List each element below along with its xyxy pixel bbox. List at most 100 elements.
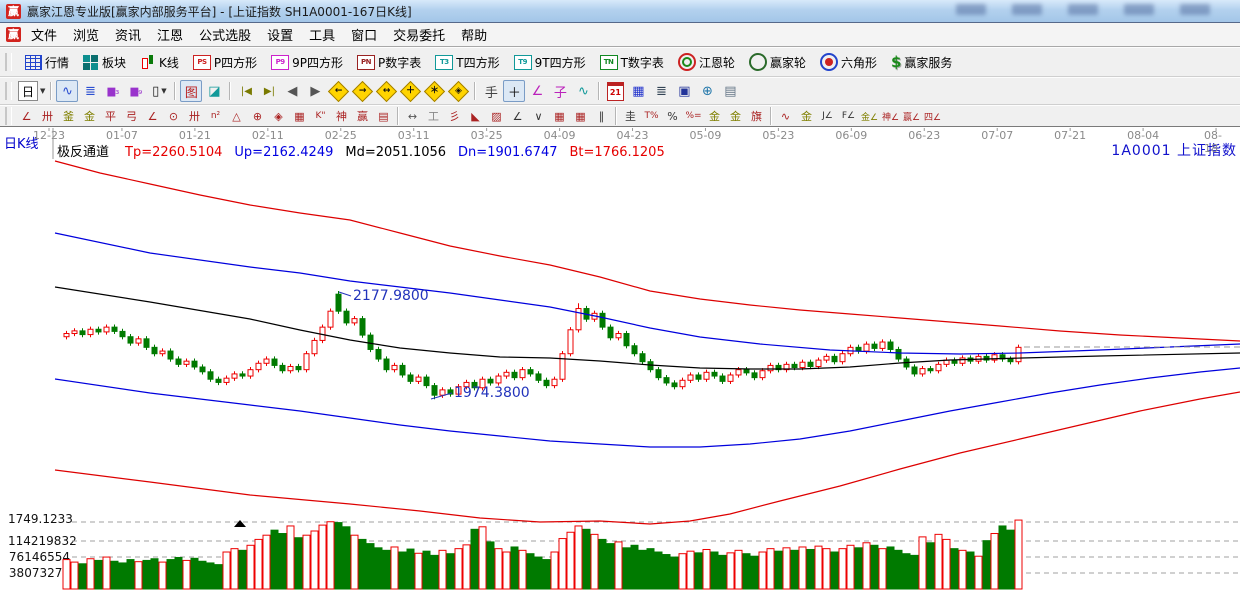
winner-service-button[interactable]: $ 赢家服务 xyxy=(886,52,957,73)
grid-red-icon[interactable]: ▦ xyxy=(549,107,570,126)
save-icon[interactable]: ▣ xyxy=(673,80,695,102)
calculator-icon[interactable]: ▦ xyxy=(627,80,649,102)
hexagon-button[interactable]: 六角形 xyxy=(815,51,882,73)
t-square-button[interactable]: T3 T四方形 xyxy=(430,52,504,73)
win-angle-icon[interactable]: 赢∠ xyxy=(901,107,922,126)
zoom-right-icon[interactable]: → xyxy=(351,80,374,102)
gann-shape-tool-icon[interactable]: 子 xyxy=(549,80,571,102)
last-page-icon[interactable]: ▶| xyxy=(258,80,280,102)
pattern-red-icon[interactable]: 图 xyxy=(180,80,203,102)
gold-line-icon[interactable]: 金 xyxy=(725,107,746,126)
flat-lines-icon[interactable]: 平 xyxy=(100,107,121,126)
golden-gann-icon[interactable]: 釜 xyxy=(58,107,79,126)
info-list-icon[interactable]: ≣ xyxy=(79,80,101,102)
compass-tool-icon[interactable]: ∠ xyxy=(16,107,37,126)
percent-eq-icon[interactable]: %= xyxy=(683,107,704,126)
angle-mirror-icon[interactable]: △ xyxy=(226,107,247,126)
period-selector[interactable]: 日 ▼ xyxy=(17,80,46,102)
gann-lines-icon[interactable]: 卅 xyxy=(37,107,58,126)
line-group-icon[interactable]: 卅 xyxy=(184,107,205,126)
menu-item-5[interactable]: 设置 xyxy=(259,23,301,46)
nine-t-square-button[interactable]: T9 9T四方形 xyxy=(509,52,591,73)
gold-circle-icon[interactable]: 金 xyxy=(704,107,725,126)
gold-angle-icon[interactable]: 金∠ xyxy=(859,107,880,126)
first-page-icon[interactable]: |◀ xyxy=(235,80,257,102)
stats-bars-icon[interactable]: 圭 xyxy=(620,107,641,126)
market-quotes-button[interactable]: 行情 xyxy=(20,52,74,73)
angle-compass-icon[interactable]: ∠ xyxy=(142,107,163,126)
frame-tool-icon[interactable]: 工 xyxy=(423,107,444,126)
sector-button[interactable]: 板块 xyxy=(78,52,131,73)
chart-area[interactable]: 日K线 1A0001 上证指数 极反通道 Tp=2260.5104 Up=2162.… xyxy=(0,126,1240,591)
grid-web-icon[interactable]: ▦ xyxy=(289,107,310,126)
menu-item-8[interactable]: 交易委托 xyxy=(385,23,453,46)
menu-item-1[interactable]: 浏览 xyxy=(65,23,107,46)
web-data-icon[interactable]: ⊕ xyxy=(696,80,718,102)
fan-lines-icon[interactable]: 彡 xyxy=(444,107,465,126)
k-mark-icon[interactable]: K" xyxy=(310,107,331,126)
p-number-table-button[interactable]: PN P数字表 xyxy=(352,52,426,73)
calendar-icon[interactable]: 21 xyxy=(604,80,626,102)
ruler-123-icon[interactable]: ▤ xyxy=(373,107,394,126)
grid-red2-icon[interactable]: ▦ xyxy=(570,107,591,126)
menu-item-6[interactable]: 工具 xyxy=(301,23,343,46)
volume-profile-icon[interactable]: ◪ xyxy=(203,80,225,102)
winner-wheel-button[interactable]: 赢家轮 xyxy=(744,51,811,73)
menu-item-2[interactable]: 资讯 xyxy=(107,23,149,46)
spider-web-icon[interactable]: ◈ xyxy=(268,107,289,126)
flag-pencil-icon[interactable]: 旗 xyxy=(746,107,767,126)
time-circle-icon[interactable]: ⊙ xyxy=(163,107,184,126)
shen-angle-icon[interactable]: 神∠ xyxy=(880,107,901,126)
next-page-icon[interactable]: ▶ xyxy=(304,80,326,102)
wave-tool-icon[interactable]: ∿ xyxy=(572,80,594,102)
toolbar-grip[interactable] xyxy=(5,53,12,71)
angle-tool-icon[interactable]: ∠ xyxy=(526,80,548,102)
wave-line-icon[interactable]: ∿ xyxy=(775,107,796,126)
j-angle-icon[interactable]: J∠ xyxy=(817,107,838,126)
percent-line-icon[interactable]: T% xyxy=(641,107,662,126)
toolbar-grip[interactable] xyxy=(5,82,12,100)
percent-icon[interactable]: % xyxy=(662,107,683,126)
prev-page-icon[interactable]: ◀ xyxy=(281,80,303,102)
menu-item-9[interactable]: 帮助 xyxy=(453,23,495,46)
n-square-icon[interactable]: n² xyxy=(205,107,226,126)
win-lines-icon[interactable]: 赢 xyxy=(352,107,373,126)
chart-style-icon[interactable]: ∿ xyxy=(56,80,79,102)
spiral-icon[interactable]: 弓 xyxy=(121,107,142,126)
zoom-horizontal-icon[interactable]: ↔ xyxy=(375,80,398,102)
parallel-lines-icon[interactable]: ∥ xyxy=(591,107,612,126)
gann-wheel-button[interactable]: 江恩轮 xyxy=(673,51,740,73)
nine-p-square-button[interactable]: P9 9P四方形 xyxy=(266,52,348,73)
workstation-icon[interactable]: ▤ xyxy=(719,80,741,102)
candle-type-selector[interactable]: ▯ ▼ xyxy=(148,80,170,102)
pan-all-icon[interactable]: ◈ xyxy=(447,80,470,102)
gold-band-icon[interactable]: 金 xyxy=(796,107,817,126)
toolbar-grip[interactable] xyxy=(5,107,12,125)
kline-button[interactable]: K线 xyxy=(135,52,184,73)
menu-item-4[interactable]: 公式选股 xyxy=(191,23,259,46)
shen-lines-icon[interactable]: 神 xyxy=(331,107,352,126)
zoom-in-icon[interactable]: ＋ xyxy=(399,80,422,102)
bars-3-icon[interactable]: ▆₃ xyxy=(102,80,124,102)
four-angle-icon[interactable]: 四∠ xyxy=(922,107,943,126)
measure-icon[interactable]: ↔ xyxy=(402,107,423,126)
volume-bar xyxy=(222,551,231,590)
zigzag-icon[interactable]: ∨ xyxy=(528,107,549,126)
trend-angle-icon[interactable]: ∠ xyxy=(507,107,528,126)
t-number-table-button[interactable]: TN T数字表 xyxy=(595,52,669,73)
fan-box2-icon[interactable]: ▨ xyxy=(486,107,507,126)
menu-item-7[interactable]: 窗口 xyxy=(343,23,385,46)
zoom-left-icon[interactable]: ← xyxy=(327,80,350,102)
p-square-button[interactable]: PS P四方形 xyxy=(188,52,262,73)
menu-item-0[interactable]: 文件 xyxy=(23,23,65,46)
bars-9-icon[interactable]: ▆₉ xyxy=(125,80,147,102)
golden-lines-icon[interactable]: 金 xyxy=(79,107,100,126)
target-cross-icon[interactable]: ⊕ xyxy=(247,107,268,126)
fan-box-icon[interactable]: ◣ xyxy=(465,107,486,126)
crosshair-tool-icon[interactable]: ＋ xyxy=(503,80,526,102)
f-angle-icon[interactable]: F∠ xyxy=(838,107,859,126)
hand-tool-icon[interactable]: 手 xyxy=(480,80,502,102)
notes-icon[interactable]: ≣ xyxy=(650,80,672,102)
zoom-out-icon[interactable]: ＊ xyxy=(423,80,446,102)
menu-item-3[interactable]: 江恩 xyxy=(149,23,191,46)
